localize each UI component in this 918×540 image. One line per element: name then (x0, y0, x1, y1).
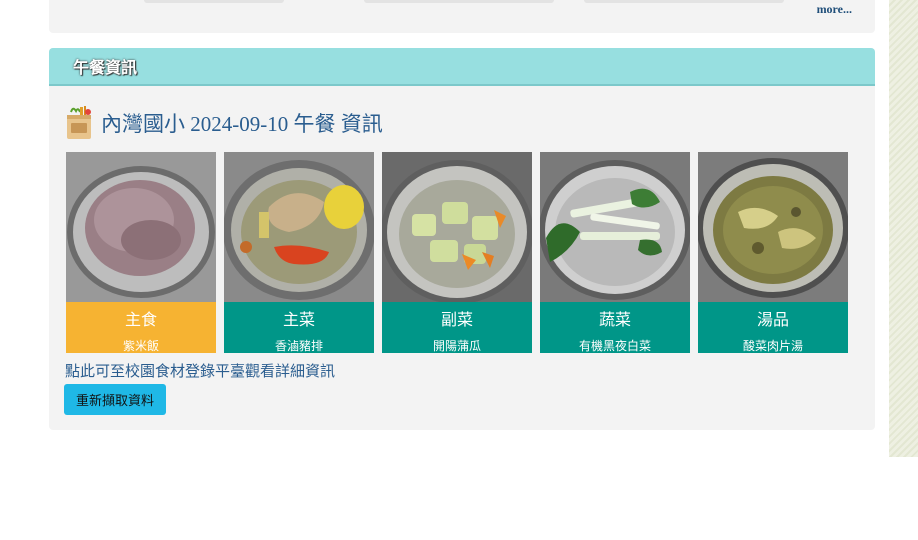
dish-category: 湯品 (756, 312, 789, 329)
dish-name: 香滷豬排 (274, 339, 323, 353)
lunch-info-heading: 內灣國小 2024-09-10 午餐 資訊 (65, 106, 383, 140)
dish-card: 主菜 香滷豬排 (224, 152, 374, 353)
greens-photo (540, 152, 690, 302)
gourd-photo (382, 152, 532, 302)
dish-label: 蔬菜 有機黑夜白菜 (540, 302, 690, 353)
dish-name: 開陽蒲瓜 (432, 339, 481, 353)
grocery-bag-icon (67, 106, 91, 139)
dish-card: 蔬菜 有機黑夜白菜 (540, 152, 690, 353)
panel-title: 午餐資訊 (73, 60, 138, 77)
panel-shadow (144, 0, 284, 3)
dish-card: 主食 紫米飯 (66, 152, 216, 353)
panel-shadow (584, 0, 784, 3)
dish-label: 湯品 酸菜肉片湯 (698, 302, 848, 353)
page: more... 午餐資訊 內灣國小 2024-09-10 午餐 資訊 主食 紫米… (0, 0, 918, 540)
soup-photo (698, 152, 848, 302)
dish-label: 主食 紫米飯 (66, 302, 216, 353)
dish-list: 主食 紫米飯 主菜 香滷豬排 副菜 開陽蒲瓜 蔬菜 有機黑夜白菜 湯品 酸菜肉片… (66, 152, 848, 353)
pork-photo (224, 152, 374, 302)
detail-link[interactable]: 點此可至校園食材登錄平臺觀看詳細資訊 (65, 360, 335, 381)
dish-name: 有機黑夜白菜 (578, 339, 651, 353)
dish-category: 主菜 (282, 312, 315, 329)
dish-name: 酸菜肉片湯 (742, 339, 803, 353)
lunch-info-title: 內灣國小 2024-09-10 午餐 資訊 (101, 112, 383, 136)
dish-label: 主菜 香滷豬排 (224, 302, 374, 353)
more-link[interactable]: more... (817, 2, 852, 17)
dish-label: 副菜 開陽蒲瓜 (382, 302, 532, 353)
dish-card: 副菜 開陽蒲瓜 (382, 152, 532, 353)
dish-name: 紫米飯 (122, 339, 159, 353)
dish-category: 副菜 (440, 312, 473, 329)
previous-panel: more... (49, 0, 875, 33)
decorative-side-strip (889, 0, 918, 457)
dish-category: 蔬菜 (598, 312, 631, 329)
dish-category: 主食 (124, 312, 157, 329)
lunch-info-panel: 午餐資訊 內灣國小 2024-09-10 午餐 資訊 主食 紫米飯 主菜 香滷豬… (49, 48, 875, 430)
refresh-button[interactable]: 重新擷取資料 (64, 384, 166, 415)
dish-card: 湯品 酸菜肉片湯 (698, 152, 848, 353)
panel-header: 午餐資訊 (49, 48, 875, 86)
rice-photo (66, 152, 216, 302)
panel-shadow (364, 0, 554, 3)
